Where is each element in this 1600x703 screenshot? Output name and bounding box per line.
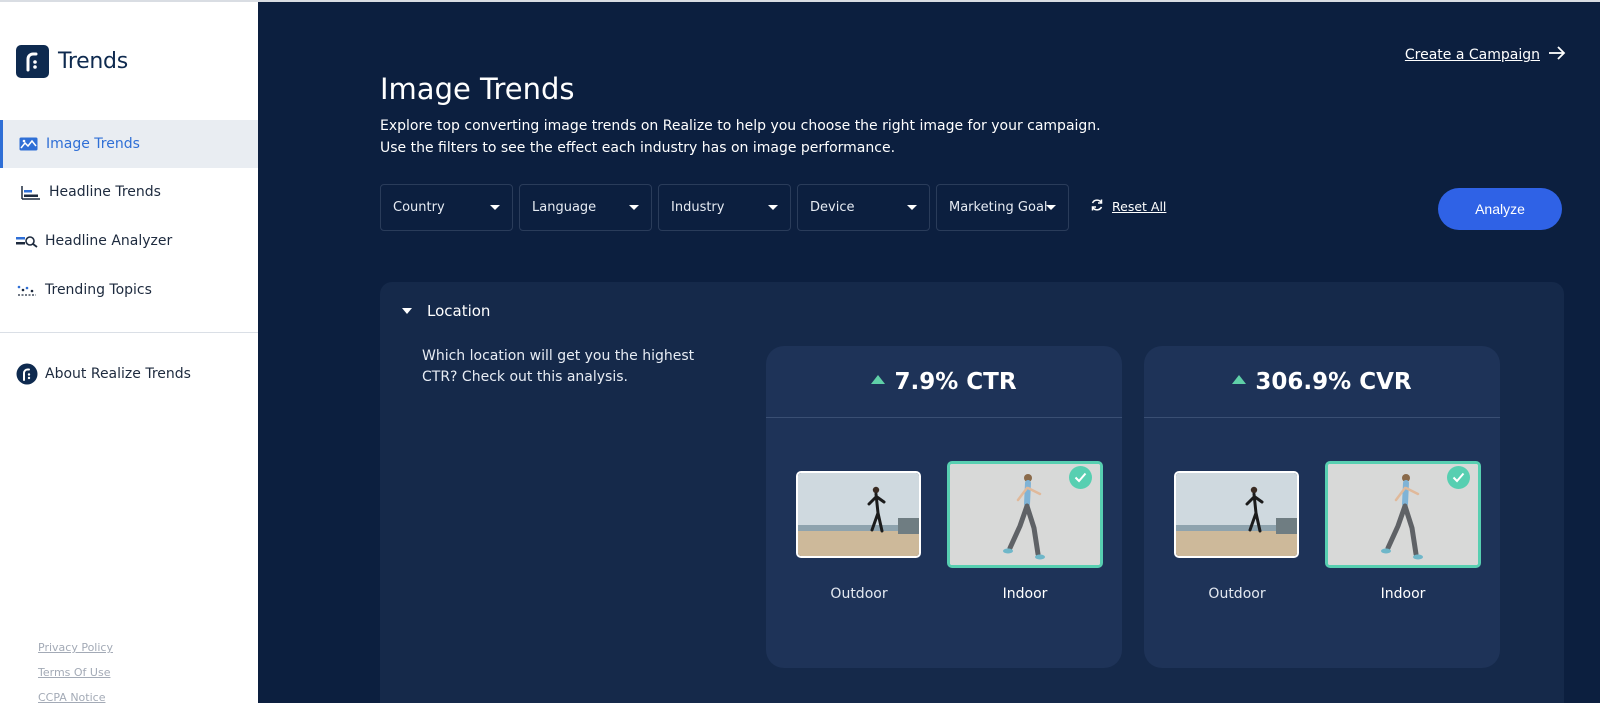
analyze-button[interactable]: Analyze [1438,188,1562,230]
ccpa-notice-link[interactable]: CCPA Notice [38,691,105,703]
ctr-card: 7.9% CTR Outdoor Indoor [766,346,1122,668]
outdoor-label: Outdoor [1208,586,1266,602]
create-campaign-label: Create a Campaign [1404,47,1540,63]
analyzer-icon [16,233,38,249]
cvr-card: 306.9% CVR Outdoor Indoor [1144,346,1500,668]
sidebar-item-label: Trending Topics [45,282,152,298]
language-filter[interactable]: Language [519,184,652,231]
filter-label: Marketing Goal [949,200,1048,215]
reset-all-label: Reset All [1112,199,1167,214]
main-content: Create a Campaign Image Trends Explore t… [258,0,1600,703]
privacy-policy-link[interactable]: Privacy Policy [38,641,113,654]
industry-filter[interactable]: Industry [658,184,791,231]
chevron-down-icon [768,205,778,210]
terms-of-use-link[interactable]: Terms Of Use [38,666,110,679]
description-line-1: Explore top converting image trends on R… [380,118,1101,134]
sidebar-item-label: About Realize Trends [45,366,191,382]
metric-value: 306.9% CVR [1255,368,1412,395]
page-description: Explore top converting image trends on R… [380,116,1160,159]
page-title: Image Trends [380,72,575,106]
sidebar-item-headline-trends[interactable]: Headline Trends [0,168,258,216]
sidebar-item-image-trends[interactable]: Image Trends [0,120,258,168]
trend-up-icon [1232,375,1247,384]
location-panel: Location Which location will get you the… [380,282,1564,703]
country-filter[interactable]: Country [380,184,513,231]
outdoor-label: Outdoor [830,586,888,602]
caret-down-icon [402,308,412,314]
image-icon [17,136,39,152]
sidebar-item-label: Headline Analyzer [45,233,173,249]
filter-label: Country [393,200,445,215]
sidebar-item-label: Image Trends [46,136,140,152]
trend-up-icon [871,375,886,384]
sidebar-item-trending-topics[interactable]: Trending Topics [0,266,258,314]
brand-logo[interactable]: Trends [16,45,128,78]
indoor-label: Indoor [1002,586,1048,602]
outdoor-image[interactable] [796,471,921,558]
trending-icon [16,282,38,298]
metric-value: 7.9% CTR [894,368,1017,395]
chevron-down-icon [490,205,500,210]
trends-logo-icon [16,45,49,78]
chevron-down-icon [1046,205,1056,210]
brand-name: Trends [58,49,128,74]
location-panel-toggle[interactable]: Location [402,302,490,320]
check-icon [1069,466,1092,489]
bar-chart-icon [20,184,42,200]
create-campaign-link[interactable]: Create a Campaign [1405,46,1566,64]
filter-label: Industry [671,200,725,215]
outdoor-image[interactable] [1174,471,1299,558]
filter-label: Language [532,200,597,215]
sidebar: Trends Image Trends Headline Trends Head… [0,0,258,703]
indoor-label: Indoor [1380,586,1426,602]
panel-title: Location [427,302,491,320]
sidebar-item-headline-analyzer[interactable]: Headline Analyzer [0,217,258,265]
marketing-goal-filter[interactable]: Marketing Goal [936,184,1069,231]
metric-header: 7.9% CTR [766,346,1122,418]
check-icon [1447,466,1470,489]
filter-label: Device [810,200,855,215]
reset-all-button[interactable]: Reset All [1090,198,1166,215]
metric-header: 306.9% CVR [1144,346,1500,418]
realize-logo-icon [16,363,38,385]
sidebar-divider [0,332,258,333]
panel-question: Which location will get you the highest … [422,348,695,385]
chevron-down-icon [907,205,917,210]
arrow-right-icon [1548,46,1566,64]
chevron-down-icon [629,205,639,210]
sidebar-item-label: Headline Trends [49,184,161,200]
description-line-2: Use the filters to see the effect each i… [380,139,896,156]
refresh-icon [1090,198,1104,215]
device-filter[interactable]: Device [797,184,930,231]
sidebar-item-about[interactable]: About Realize Trends [0,350,258,398]
